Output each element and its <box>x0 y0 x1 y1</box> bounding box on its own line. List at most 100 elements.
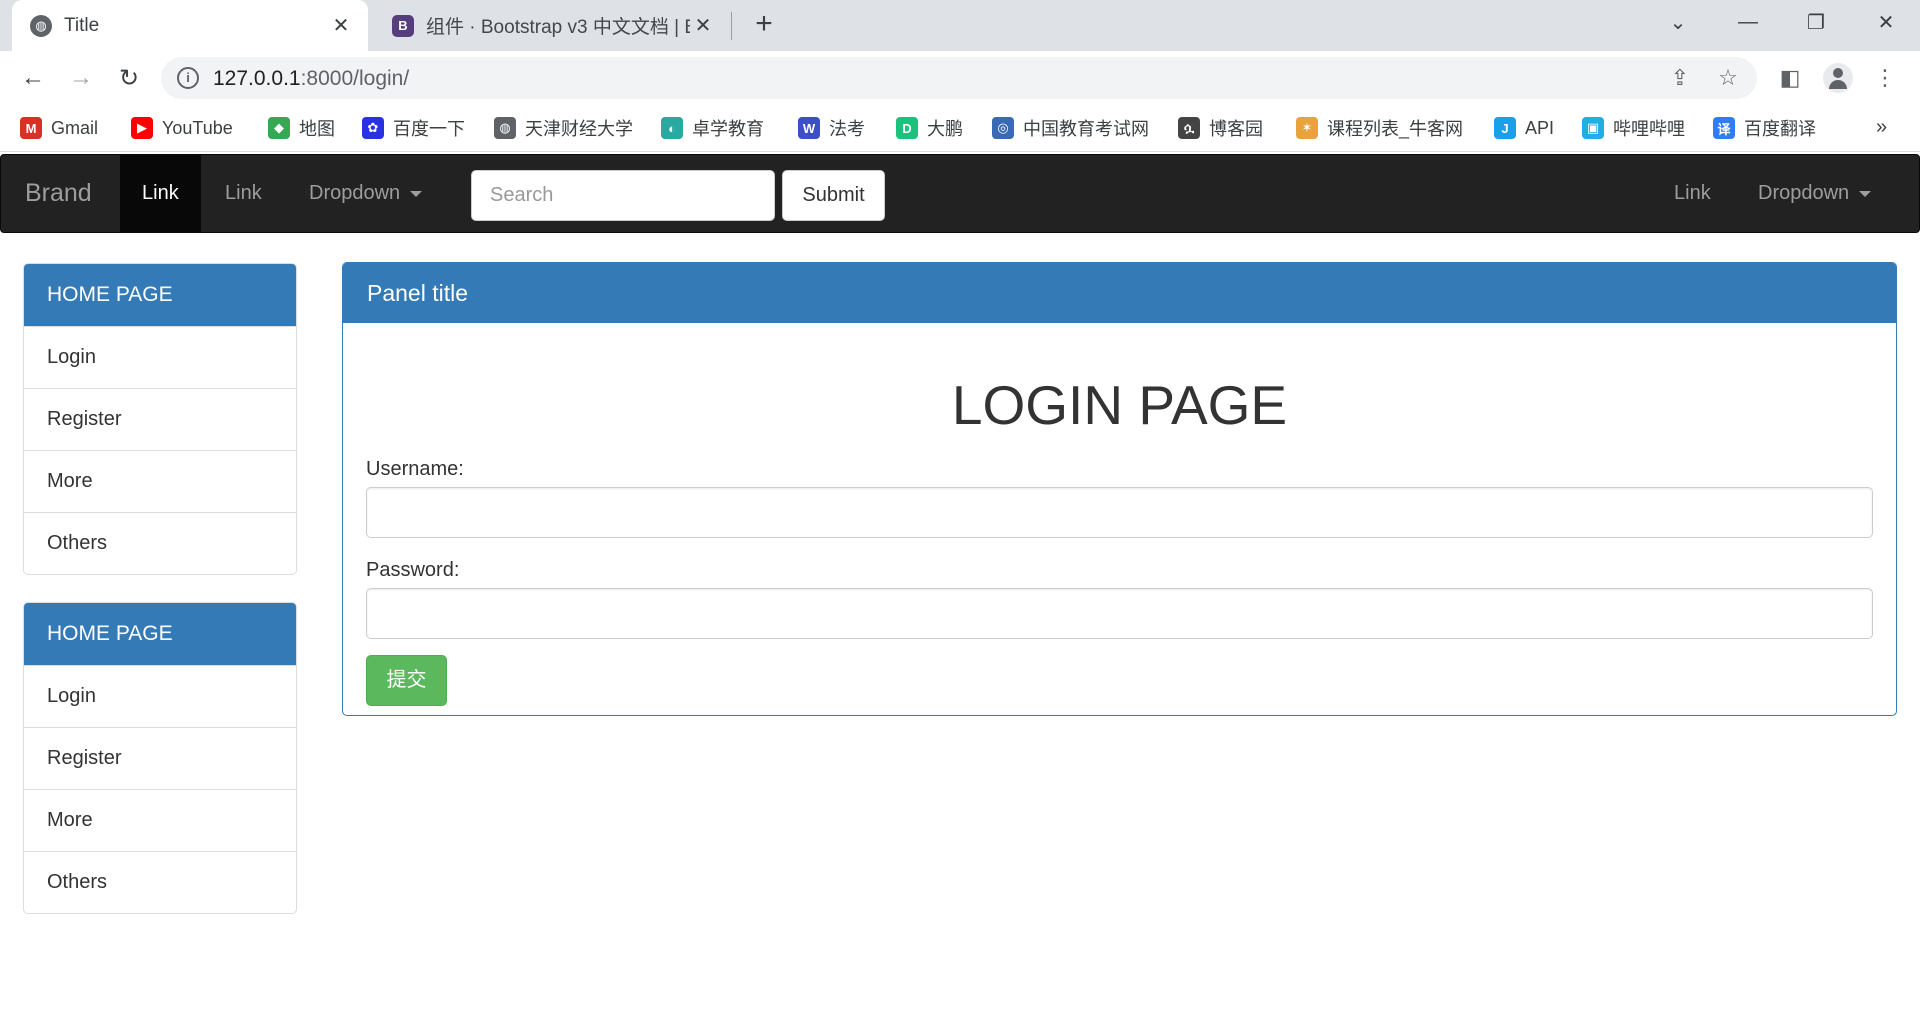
sidebar-panel-heading: HOME PAGE <box>24 264 296 326</box>
bookmark-label: 天津财经大学 <box>525 119 633 139</box>
bookmark-item[interactable]: W 法考 <box>798 114 865 142</box>
cnblogs-icon: ሷ <box>1178 117 1200 139</box>
sidebar-item-more[interactable]: More <box>24 789 296 851</box>
bookmark-item[interactable]: ✶ 课程列表_牛客网 <box>1296 114 1463 142</box>
browser-toolbar: ← → ↻ i 127.0.0.1:8000/login/ ⇪ ☆ ◧ ⋮ <box>0 51 1920 104</box>
bookmark-item[interactable]: M Gmail <box>20 114 98 142</box>
bookmarks-bar: » M Gmail ▶ YouTube ◆ 地图 ✿ 百度一下 ◍ 天津财经大学 ◐ 卓学教育 W 法考 D… <box>0 104 1920 152</box>
sidebar-panel-heading: HOME PAGE <box>24 603 296 665</box>
back-icon[interactable]: ← <box>16 61 50 95</box>
nav-link[interactable]: Link <box>203 155 284 232</box>
tab-search-icon[interactable]: ⌄ <box>1658 6 1698 38</box>
minimize-icon[interactable]: — <box>1728 6 1768 38</box>
globe-icon: ◍ <box>30 14 52 37</box>
fakao-icon: W <box>798 117 820 139</box>
bookmark-label: YouTube <box>162 117 233 138</box>
sidebar-item-login[interactable]: Login <box>24 665 296 727</box>
bookmark-star-icon[interactable]: ☆ <box>1715 65 1741 91</box>
bookmark-item[interactable]: ◐ 卓学教育 <box>661 114 764 142</box>
sidebar-panel: HOME PAGE Login Register More Others <box>23 263 297 575</box>
nav-dropdown-right[interactable]: Dropdown <box>1736 155 1893 232</box>
new-tab-button[interactable]: + <box>748 9 780 41</box>
navbar-submit-button[interactable]: Submit <box>782 170 885 221</box>
baidu-paw-icon: ✿ <box>362 117 384 139</box>
close-tab-icon[interactable]: ✕ <box>690 13 716 39</box>
sidebar-item-register[interactable]: Register <box>24 388 296 450</box>
url-text[interactable]: 127.0.0.1:8000/login/ <box>213 67 409 91</box>
bookmark-item[interactable]: D 大鹏 <box>896 114 963 142</box>
password-input[interactable] <box>366 588 1873 639</box>
bootstrap-icon: B <box>392 14 414 37</box>
nav-link-active[interactable]: Link <box>120 155 201 232</box>
share-icon[interactable]: ⇪ <box>1667 65 1693 91</box>
gmail-icon: M <box>20 117 42 139</box>
bookmark-item[interactable]: 译百度翻译 <box>1713 114 1816 142</box>
profile-avatar-icon[interactable] <box>1823 63 1853 93</box>
restore-icon[interactable]: ❐ <box>1796 6 1836 38</box>
more-bookmarks-icon[interactable]: » <box>1876 116 1887 139</box>
api-icon: J <box>1494 117 1516 139</box>
sidebar-item-login[interactable]: Login <box>24 326 296 388</box>
bookmark-label: 地图 <box>299 119 335 139</box>
bookmark-label: 百度翻译 <box>1744 119 1816 139</box>
bookmark-item[interactable]: ▶ YouTube <box>131 114 233 142</box>
bookmark-label: 大鹏 <box>927 119 963 139</box>
bookmark-item[interactable]: J API <box>1494 114 1554 142</box>
bookmark-item[interactable]: ሷ 博客园 <box>1178 114 1263 142</box>
bilibili-icon: ▣ <box>1582 117 1604 139</box>
bookmark-label: 课程列表_牛客网 <box>1327 119 1464 139</box>
bookmark-item[interactable]: ◎ 中国教育考试网 <box>992 114 1149 142</box>
side-panel-icon[interactable]: ◧ <box>1775 63 1805 93</box>
sidebar-item-others[interactable]: Others <box>24 851 296 913</box>
bookmark-item[interactable]: ◆ 地图 <box>268 114 335 142</box>
username-label: Username: <box>366 458 464 480</box>
neea-icon: ◎ <box>992 117 1014 139</box>
reload-icon[interactable]: ↻ <box>112 61 146 95</box>
sidebar-item-more[interactable]: More <box>24 450 296 512</box>
panel-title: Panel title <box>343 263 1896 323</box>
bookmark-label: API <box>1525 117 1555 138</box>
password-label: Password: <box>366 559 460 581</box>
sidebar-item-others[interactable]: Others <box>24 512 296 574</box>
nowcoder-icon: ✶ <box>1296 117 1318 139</box>
username-input[interactable] <box>366 487 1873 538</box>
site-navbar: Brand Link Link Dropdown Search Submit L… <box>0 154 1920 233</box>
bookmark-label: Gmail <box>51 117 99 138</box>
bookmark-item[interactable]: ◍ 天津财经大学 <box>494 114 633 142</box>
nav-link-right[interactable]: Link <box>1652 155 1733 232</box>
tab-label: 组件 · Bootstrap v3 中文文档 | B <box>426 17 690 38</box>
close-window-icon[interactable]: ✕ <box>1866 6 1906 38</box>
bookmark-item[interactable]: ✿ 百度一下 <box>362 114 465 142</box>
bookmark-label: 法考 <box>829 119 865 139</box>
zhuoxue-icon: ◐ <box>661 117 683 139</box>
caret-down-icon <box>410 190 423 197</box>
tab-title[interactable]: ◍ Title ✕ <box>12 0 368 51</box>
nav-dropdown[interactable]: Dropdown <box>287 155 444 232</box>
navbar-search-input[interactable]: Search <box>471 170 775 221</box>
tab-label: Title <box>64 14 100 36</box>
login-submit-button[interactable]: 提交 <box>366 655 447 706</box>
page-heading: LOGIN PAGE <box>951 374 1288 436</box>
close-tab-icon[interactable]: ✕ <box>328 13 354 39</box>
menu-dots-icon[interactable]: ⋮ <box>1870 63 1900 93</box>
sidebar-item-register[interactable]: Register <box>24 727 296 789</box>
site-info-icon[interactable]: i <box>177 67 199 89</box>
forward-icon[interactable]: → <box>64 61 98 95</box>
browser-tab-strip: ◍ Title ✕ B 组件 · Bootstrap v3 中文文档 | B ✕… <box>0 0 1920 51</box>
bookmark-label: 卓学教育 <box>692 119 764 139</box>
sidebar-panel: HOME PAGE Login Register More Others <box>23 602 297 914</box>
baidu-translate-icon: 译 <box>1713 117 1735 139</box>
globe-icon: ◍ <box>494 117 516 139</box>
bookmark-label: 中国教育考试网 <box>1023 119 1149 139</box>
maps-icon: ◆ <box>268 117 290 139</box>
nav-dropdown-label: Dropdown <box>309 182 401 204</box>
navbar-brand[interactable]: Brand <box>25 179 92 208</box>
tab-bootstrap-docs[interactable]: B 组件 · Bootstrap v3 中文文档 | B ✕ <box>374 0 730 51</box>
dapeng-icon: D <box>896 117 918 139</box>
youtube-icon: ▶ <box>131 117 153 139</box>
tab-divider <box>731 12 732 40</box>
bookmark-item[interactable]: ▣ 哔哩哔哩 <box>1582 114 1685 142</box>
bookmark-label: 哔哩哔哩 <box>1613 119 1685 139</box>
bookmark-label: 博客园 <box>1209 119 1263 139</box>
address-bar[interactable]: i 127.0.0.1:8000/login/ ⇪ ☆ <box>161 57 1757 99</box>
